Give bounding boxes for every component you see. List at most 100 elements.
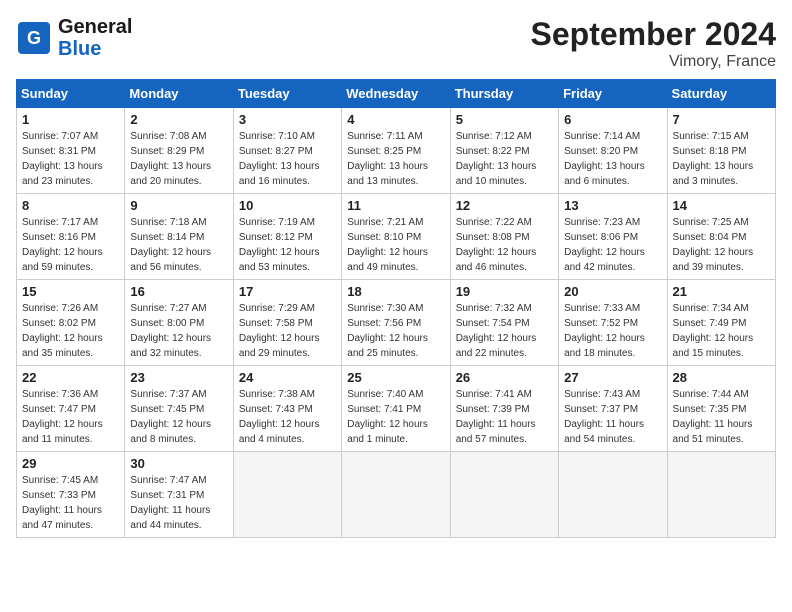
sunrise-label: Sunrise: 7:30 AM	[347, 303, 423, 314]
calendar-cell: 2 Sunrise: 7:08 AM Sunset: 8:29 PM Dayli…	[125, 108, 233, 194]
daylight-label: Daylight: 12 hours and 22 minutes.	[456, 333, 537, 359]
daylight-label: Daylight: 12 hours and 1 minute.	[347, 419, 428, 445]
day-number: 27	[564, 370, 661, 385]
day-number: 26	[456, 370, 553, 385]
calendar-cell: 7 Sunrise: 7:15 AM Sunset: 8:18 PM Dayli…	[667, 108, 775, 194]
day-info: Sunrise: 7:11 AM Sunset: 8:25 PM Dayligh…	[347, 129, 444, 189]
sunset-label: Sunset: 7:37 PM	[564, 404, 638, 415]
sunset-label: Sunset: 7:41 PM	[347, 404, 421, 415]
sunrise-label: Sunrise: 7:27 AM	[130, 303, 206, 314]
sunrise-label: Sunrise: 7:36 AM	[22, 389, 98, 400]
daylight-label: Daylight: 12 hours and 4 minutes.	[239, 419, 320, 445]
day-info: Sunrise: 7:44 AM Sunset: 7:35 PM Dayligh…	[673, 387, 770, 447]
sunrise-label: Sunrise: 7:25 AM	[673, 217, 749, 228]
sunrise-label: Sunrise: 7:38 AM	[239, 389, 315, 400]
day-number: 29	[22, 456, 119, 471]
sunrise-label: Sunrise: 7:17 AM	[22, 217, 98, 228]
calendar-cell: 30 Sunrise: 7:47 AM Sunset: 7:31 PM Dayl…	[125, 452, 233, 538]
sunrise-label: Sunrise: 7:33 AM	[564, 303, 640, 314]
daylight-label: Daylight: 12 hours and 53 minutes.	[239, 247, 320, 273]
calendar-cell: 5 Sunrise: 7:12 AM Sunset: 8:22 PM Dayli…	[450, 108, 558, 194]
day-number: 13	[564, 198, 661, 213]
daylight-label: Daylight: 11 hours and 44 minutes.	[130, 505, 210, 531]
daylight-label: Daylight: 12 hours and 56 minutes.	[130, 247, 211, 273]
daylight-label: Daylight: 13 hours and 13 minutes.	[347, 161, 428, 187]
day-info: Sunrise: 7:27 AM Sunset: 8:00 PM Dayligh…	[130, 301, 227, 361]
day-info: Sunrise: 7:25 AM Sunset: 8:04 PM Dayligh…	[673, 215, 770, 275]
sunset-label: Sunset: 7:43 PM	[239, 404, 313, 415]
sunset-label: Sunset: 8:14 PM	[130, 232, 204, 243]
day-info: Sunrise: 7:26 AM Sunset: 8:02 PM Dayligh…	[22, 301, 119, 361]
day-info: Sunrise: 7:38 AM Sunset: 7:43 PM Dayligh…	[239, 387, 336, 447]
calendar-cell: 17 Sunrise: 7:29 AM Sunset: 7:58 PM Dayl…	[233, 280, 341, 366]
logo-blue: Blue	[58, 38, 101, 60]
sunset-label: Sunset: 8:18 PM	[673, 146, 747, 157]
sunset-label: Sunset: 8:08 PM	[456, 232, 530, 243]
header: G General Blue September 2024 Vimory, Fr…	[16, 16, 776, 71]
sunrise-label: Sunrise: 7:26 AM	[22, 303, 98, 314]
calendar-cell: 16 Sunrise: 7:27 AM Sunset: 8:00 PM Dayl…	[125, 280, 233, 366]
sunset-label: Sunset: 7:45 PM	[130, 404, 204, 415]
daylight-label: Daylight: 12 hours and 59 minutes.	[22, 247, 103, 273]
day-info: Sunrise: 7:37 AM Sunset: 7:45 PM Dayligh…	[130, 387, 227, 447]
calendar-cell: 18 Sunrise: 7:30 AM Sunset: 7:56 PM Dayl…	[342, 280, 450, 366]
sunset-label: Sunset: 7:49 PM	[673, 318, 747, 329]
calendar-cell: 11 Sunrise: 7:21 AM Sunset: 8:10 PM Dayl…	[342, 194, 450, 280]
day-number: 12	[456, 198, 553, 213]
day-number: 20	[564, 284, 661, 299]
day-number: 10	[239, 198, 336, 213]
daylight-label: Daylight: 12 hours and 46 minutes.	[456, 247, 537, 273]
calendar-cell	[667, 452, 775, 538]
sunset-label: Sunset: 7:47 PM	[22, 404, 96, 415]
day-number: 2	[130, 112, 227, 127]
day-number: 3	[239, 112, 336, 127]
calendar-cell: 25 Sunrise: 7:40 AM Sunset: 7:41 PM Dayl…	[342, 366, 450, 452]
sunset-label: Sunset: 7:35 PM	[673, 404, 747, 415]
day-info: Sunrise: 7:30 AM Sunset: 7:56 PM Dayligh…	[347, 301, 444, 361]
sunset-label: Sunset: 7:56 PM	[347, 318, 421, 329]
calendar-week-row: 15 Sunrise: 7:26 AM Sunset: 8:02 PM Dayl…	[17, 280, 776, 366]
day-info: Sunrise: 7:23 AM Sunset: 8:06 PM Dayligh…	[564, 215, 661, 275]
calendar-cell: 15 Sunrise: 7:26 AM Sunset: 8:02 PM Dayl…	[17, 280, 125, 366]
daylight-label: Daylight: 12 hours and 15 minutes.	[673, 333, 754, 359]
sunset-label: Sunset: 8:27 PM	[239, 146, 313, 157]
daylight-label: Daylight: 13 hours and 6 minutes.	[564, 161, 645, 187]
sunset-label: Sunset: 8:31 PM	[22, 146, 96, 157]
day-info: Sunrise: 7:12 AM Sunset: 8:22 PM Dayligh…	[456, 129, 553, 189]
day-number: 4	[347, 112, 444, 127]
sunset-label: Sunset: 8:10 PM	[347, 232, 421, 243]
sunrise-label: Sunrise: 7:21 AM	[347, 217, 423, 228]
day-number: 16	[130, 284, 227, 299]
calendar-cell: 4 Sunrise: 7:11 AM Sunset: 8:25 PM Dayli…	[342, 108, 450, 194]
sunrise-label: Sunrise: 7:40 AM	[347, 389, 423, 400]
day-number: 17	[239, 284, 336, 299]
sunrise-label: Sunrise: 7:37 AM	[130, 389, 206, 400]
sunset-label: Sunset: 8:00 PM	[130, 318, 204, 329]
day-number: 22	[22, 370, 119, 385]
calendar-week-row: 8 Sunrise: 7:17 AM Sunset: 8:16 PM Dayli…	[17, 194, 776, 280]
daylight-label: Daylight: 12 hours and 11 minutes.	[22, 419, 103, 445]
day-number: 30	[130, 456, 227, 471]
day-number: 5	[456, 112, 553, 127]
calendar-cell: 8 Sunrise: 7:17 AM Sunset: 8:16 PM Dayli…	[17, 194, 125, 280]
calendar-cell	[559, 452, 667, 538]
day-number: 6	[564, 112, 661, 127]
day-number: 1	[22, 112, 119, 127]
day-number: 25	[347, 370, 444, 385]
day-number: 23	[130, 370, 227, 385]
day-number: 15	[22, 284, 119, 299]
day-number: 28	[673, 370, 770, 385]
calendar-cell: 10 Sunrise: 7:19 AM Sunset: 8:12 PM Dayl…	[233, 194, 341, 280]
day-info: Sunrise: 7:45 AM Sunset: 7:33 PM Dayligh…	[22, 473, 119, 533]
day-info: Sunrise: 7:32 AM Sunset: 7:54 PM Dayligh…	[456, 301, 553, 361]
sunset-label: Sunset: 8:25 PM	[347, 146, 421, 157]
daylight-label: Daylight: 11 hours and 57 minutes.	[456, 419, 536, 445]
calendar-cell: 22 Sunrise: 7:36 AM Sunset: 7:47 PM Dayl…	[17, 366, 125, 452]
day-number: 18	[347, 284, 444, 299]
col-friday: Friday	[559, 80, 667, 108]
sunset-label: Sunset: 7:52 PM	[564, 318, 638, 329]
col-saturday: Saturday	[667, 80, 775, 108]
sunset-label: Sunset: 8:20 PM	[564, 146, 638, 157]
calendar-cell: 20 Sunrise: 7:33 AM Sunset: 7:52 PM Dayl…	[559, 280, 667, 366]
calendar-week-row: 22 Sunrise: 7:36 AM Sunset: 7:47 PM Dayl…	[17, 366, 776, 452]
